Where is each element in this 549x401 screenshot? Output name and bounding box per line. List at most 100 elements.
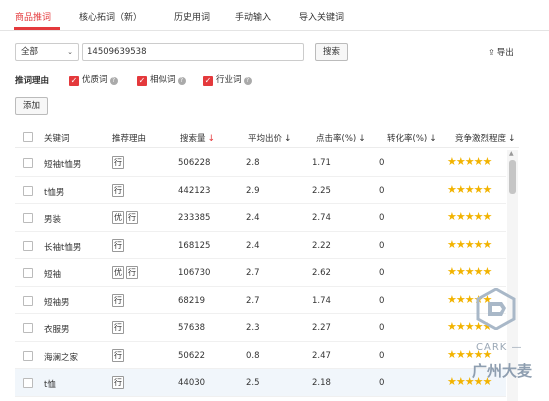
question-icon[interactable]: ? xyxy=(243,77,252,85)
cell-search-volume: 506228 xyxy=(178,158,211,168)
row-checkbox[interactable] xyxy=(23,213,33,223)
star-icon: ★ xyxy=(447,237,457,251)
star-icon: ★ xyxy=(473,155,484,168)
star-icon: ★ xyxy=(455,375,466,388)
cell-search-volume: 233385 xyxy=(178,213,211,223)
tab-manual-input[interactable]: 手动输入 xyxy=(235,10,271,23)
sort-arrow-icon: ↓ xyxy=(429,134,437,144)
select-all-checkbox[interactable] xyxy=(23,132,33,142)
add-button[interactable]: 添加 xyxy=(15,97,48,115)
tab-history[interactable]: 历史用词 xyxy=(174,10,210,23)
cell-cvr: 0 xyxy=(379,378,385,388)
table-row[interactable]: t恤男行 442123 2.9 2.25 0 ★★★★★ xyxy=(15,177,506,204)
reason-tag: 行 xyxy=(112,156,124,169)
row-checkbox[interactable] xyxy=(23,323,33,333)
star-icon: ★ xyxy=(473,237,484,251)
reason-tag: 行 xyxy=(126,266,138,279)
table-row[interactable]: 长袖t恤男行 168125 2.4 2.22 0 ★★★★★ xyxy=(15,232,506,259)
reason-tag: 行 xyxy=(112,238,124,252)
cell-reason: 行 xyxy=(112,156,126,169)
star-icon: ★ xyxy=(464,265,475,278)
cell-keyword: 海澜之家 xyxy=(44,352,79,363)
reason-option-quality[interactable]: ✓ 优质词? xyxy=(69,73,118,86)
scrollbar-thumb[interactable] xyxy=(509,160,516,194)
star-icon: ★ xyxy=(482,265,493,278)
row-checkbox[interactable] xyxy=(23,350,33,361)
cell-avg-bid: 2.3 xyxy=(246,323,260,333)
watermark-brand: 广州大麦 xyxy=(472,362,533,380)
table-row[interactable]: 衣服男行 57638 2.3 2.27 0 ★★★★★ xyxy=(15,314,506,342)
star-icon: ★ xyxy=(464,210,475,223)
tab-import-keywords[interactable]: 导入关键词 xyxy=(299,10,344,23)
checkbox-checked-icon[interactable]: ✓ xyxy=(203,76,213,86)
category-select-value: 全部 xyxy=(21,47,39,57)
search-button[interactable]: 搜索 xyxy=(315,43,348,61)
cell-cvr: 0 xyxy=(379,350,385,361)
question-icon[interactable]: ? xyxy=(109,77,118,85)
cell-reason: 行 xyxy=(112,293,126,307)
row-checkbox[interactable] xyxy=(23,185,33,196)
reason-tag: 行 xyxy=(112,293,124,307)
star-icon: ★ xyxy=(473,182,484,196)
cell-avg-bid: 2.9 xyxy=(246,185,260,196)
cell-reason: 行 xyxy=(112,348,126,362)
cell-keyword: 男装 xyxy=(44,215,62,225)
export-label: 导出 xyxy=(496,48,514,58)
table-row[interactable]: 短袖t恤男行 506228 2.8 1.71 0 ★★★★★ xyxy=(15,149,506,177)
reason-tag: 行 xyxy=(112,348,124,362)
cell-search-volume: 50622 xyxy=(178,350,206,361)
sort-arrow-icon: ↓ xyxy=(207,134,216,144)
sort-arrow-icon: ↓ xyxy=(284,134,292,144)
star-icon: ★ xyxy=(447,182,457,196)
star-icon: ★ xyxy=(447,375,457,388)
star-icon: ★ xyxy=(473,265,484,278)
table-row[interactable]: 海澜之家行 50622 0.8 2.47 0 ★★★★★ xyxy=(15,342,506,369)
row-checkbox[interactable] xyxy=(23,158,33,168)
star-icon: ★ xyxy=(464,182,475,196)
header-competition[interactable]: 竞争激烈程度 ↓ xyxy=(455,132,516,144)
cell-search-volume: 442123 xyxy=(178,185,211,196)
header-ctr[interactable]: 点击率(%) ↓ xyxy=(316,132,366,144)
star-icon: ★ xyxy=(464,237,475,251)
reason-tag: 行 xyxy=(112,183,124,197)
export-button[interactable]: ⇪ 导出 xyxy=(488,46,514,58)
table-row[interactable]: 短袖优行 106730 2.7 2.62 0 ★★★★★ xyxy=(15,259,506,287)
reason-option-industry[interactable]: ✓ 行业词? xyxy=(203,73,252,86)
reason-option-similar[interactable]: ✓ 相似词? xyxy=(137,73,186,86)
table-row[interactable]: 男装优行 233385 2.4 2.74 0 ★★★★★ xyxy=(15,204,506,232)
tab-product-recommend[interactable]: 商品推词 xyxy=(15,10,51,23)
question-icon[interactable]: ? xyxy=(177,77,186,85)
cell-keyword: 长袖t恤男 xyxy=(44,242,82,253)
reason-tag: 优 xyxy=(112,211,124,224)
cell-avg-bid: 2.7 xyxy=(246,295,260,306)
cell-ctr: 2.25 xyxy=(312,185,331,196)
header-search-volume[interactable]: 搜索量 ↓ xyxy=(180,132,215,144)
table-row[interactable]: t恤行 44030 2.5 2.18 0 ★★★★★ xyxy=(15,369,506,397)
star-icon: ★ xyxy=(455,155,466,168)
cell-avg-bid: 2.4 xyxy=(246,213,260,223)
row-checkbox[interactable] xyxy=(23,268,33,278)
checkbox-checked-icon[interactable]: ✓ xyxy=(69,76,79,86)
star-icon: ★ xyxy=(455,182,466,196)
row-checkbox[interactable] xyxy=(23,378,33,388)
category-select[interactable]: 全部 ⌄ xyxy=(15,43,79,61)
keyword-search-input[interactable] xyxy=(82,43,304,61)
star-icon: ★ xyxy=(482,155,493,168)
cell-search-volume: 57638 xyxy=(178,323,206,333)
checkbox-checked-icon[interactable]: ✓ xyxy=(137,76,147,86)
header-cvr[interactable]: 转化率(%) ↓ xyxy=(387,132,437,144)
cell-cvr: 0 xyxy=(379,323,385,333)
header-avg-bid[interactable]: 平均出价 ↓ xyxy=(248,132,292,144)
table-row[interactable]: 短袖男行 68219 2.7 1.74 0 ★★★★★ xyxy=(15,287,506,314)
cell-avg-bid: 2.8 xyxy=(246,158,260,168)
cell-ctr: 2.47 xyxy=(312,350,331,361)
cell-cvr: 0 xyxy=(379,295,385,306)
scroll-up-icon[interactable]: ▲ xyxy=(509,150,514,157)
reason-tag: 行 xyxy=(126,211,138,224)
tab-core-expand[interactable]: 核心拓词（新） xyxy=(79,10,142,23)
header-reason: 推荐理由 xyxy=(112,134,147,144)
sort-arrow-icon: ↓ xyxy=(508,134,516,144)
row-checkbox[interactable] xyxy=(23,295,33,306)
row-checkbox[interactable] xyxy=(23,240,33,251)
reason-tag: 行 xyxy=(112,321,124,334)
